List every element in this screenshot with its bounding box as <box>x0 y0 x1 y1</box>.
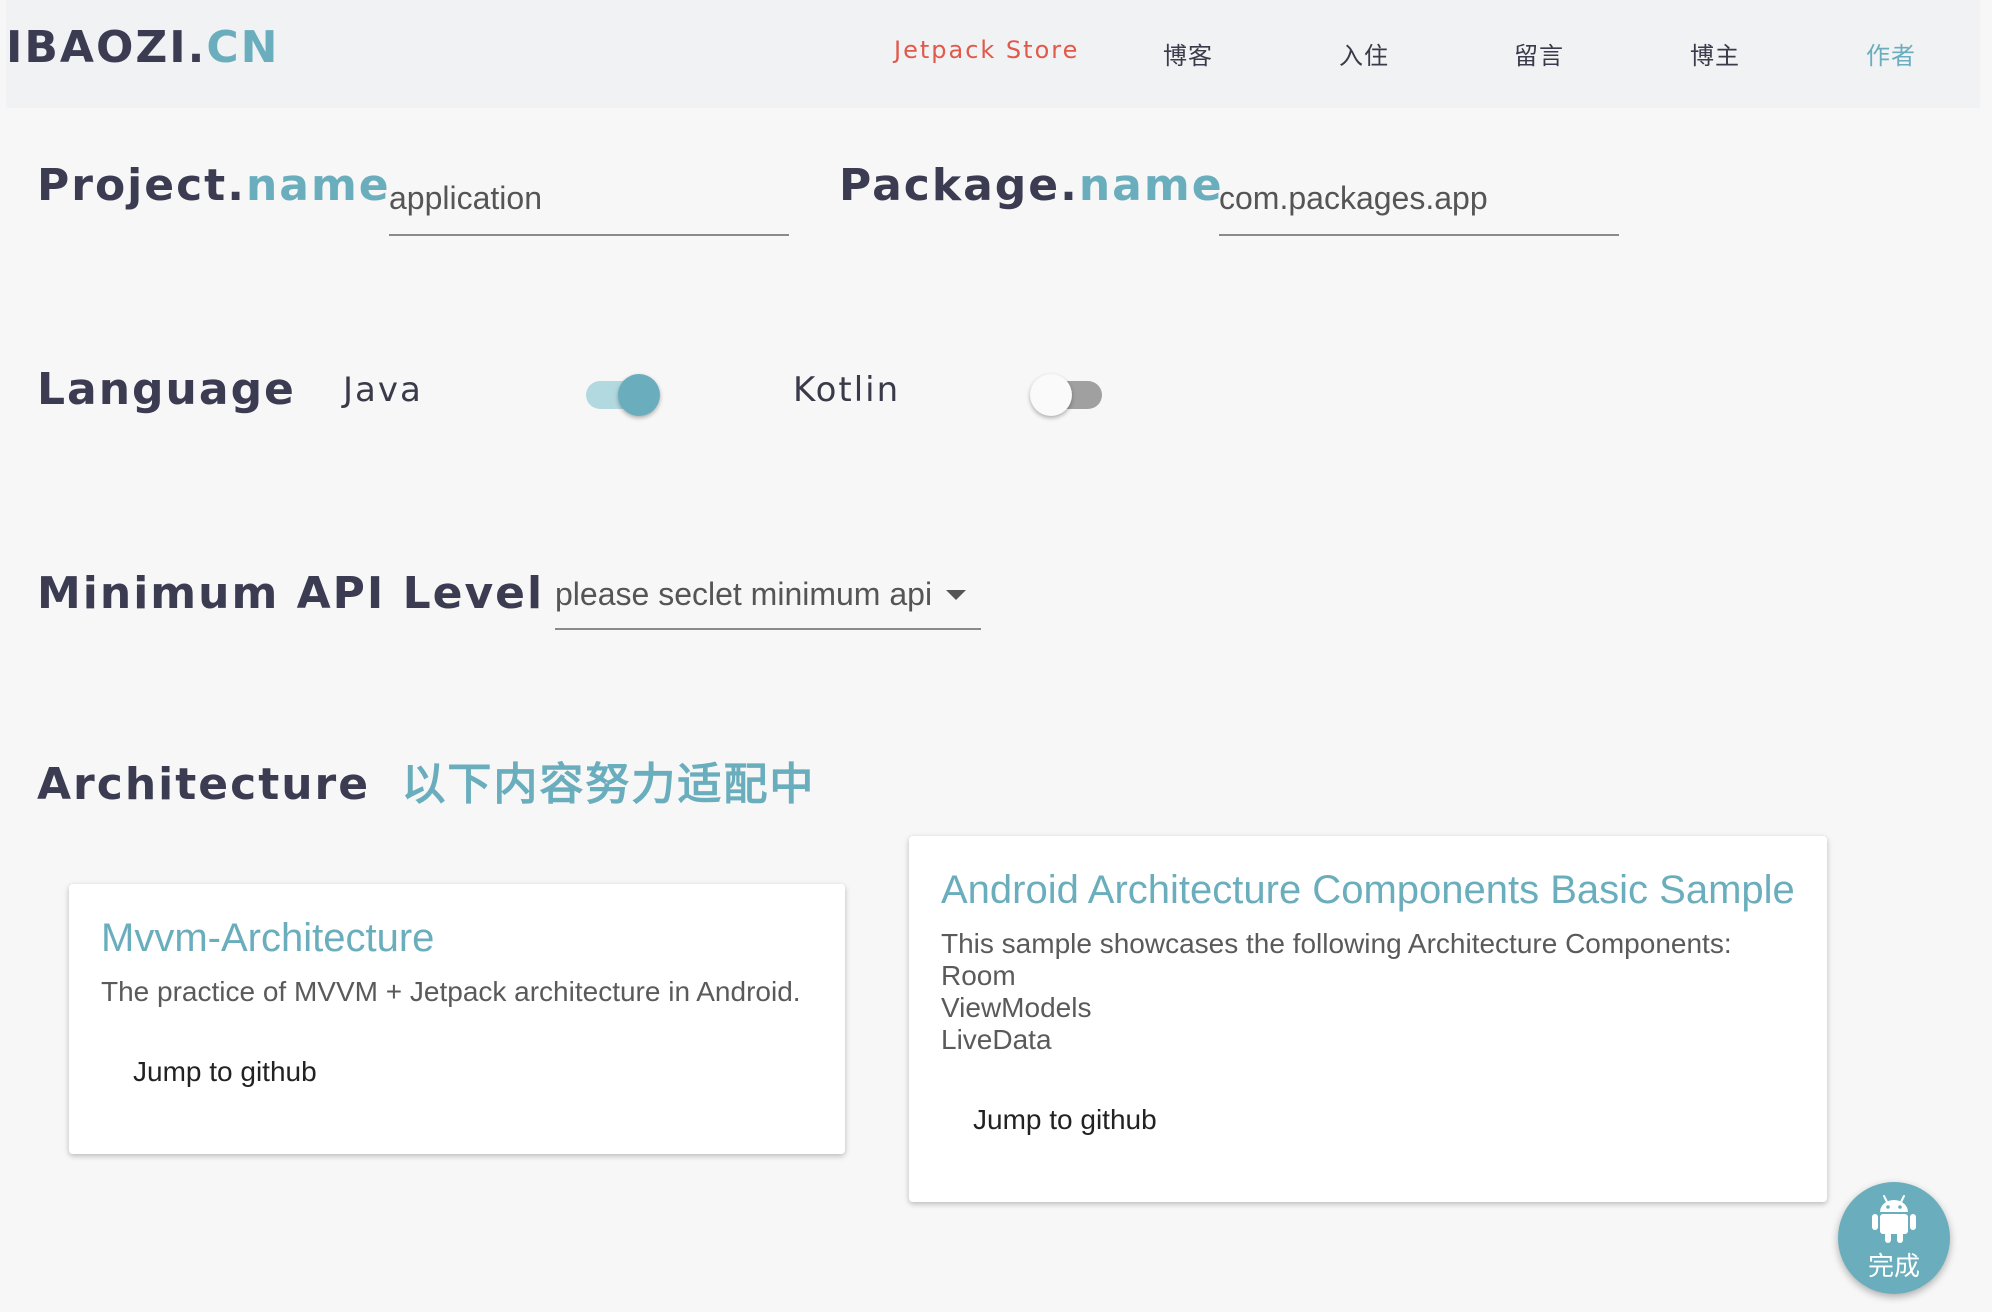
nav-blog[interactable]: 博客 <box>1163 36 1213 71</box>
package-name-field[interactable] <box>1219 162 1619 236</box>
nav-messages[interactable]: 留言 <box>1514 36 1564 71</box>
nav-join[interactable]: 入住 <box>1339 36 1389 71</box>
card-description-line: ViewModels <box>941 992 1092 1023</box>
language-option-java: Java <box>343 370 423 410</box>
chevron-down-icon <box>946 590 966 600</box>
project-label-main: Project. <box>37 160 246 211</box>
language-label: Language <box>37 364 296 415</box>
nav-author[interactable]: 作者 <box>1866 36 1916 71</box>
card-title: Mvvm-Architecture <box>101 916 435 960</box>
kotlin-toggle-thumb <box>1030 374 1072 416</box>
package-label-accent: name <box>1078 160 1224 211</box>
fab-label: 完成 <box>1867 1252 1920 1282</box>
card-description: The practice of MVVM + Jetpack architect… <box>101 976 801 1008</box>
brand-domain: CN <box>206 22 280 73</box>
top-navigation-bar: IBAOZI.CN Jetpack Store 博客 入住 留言 博主 作者 <box>6 0 1980 108</box>
package-label-main: Package. <box>839 160 1079 211</box>
architecture-heading: Architecture 以下内容努力适配中 <box>37 748 815 812</box>
language-option-kotlin: Kotlin <box>793 370 901 410</box>
project-name-input[interactable] <box>389 162 789 234</box>
card-description: This sample showcases the following Arch… <box>941 928 1732 1056</box>
card-title: Android Architecture Components Basic Sa… <box>941 868 1795 912</box>
jump-to-github-button[interactable]: Jump to github <box>133 1056 317 1088</box>
architecture-note: 以下内容努力适配中 <box>401 759 816 810</box>
architecture-label: Architecture <box>37 759 371 810</box>
card-description-line: The practice of MVVM + Jetpack architect… <box>101 976 801 1007</box>
java-toggle[interactable] <box>582 368 660 416</box>
project-name-label: Project.name <box>37 160 391 211</box>
card-description-line: Room <box>941 960 1016 991</box>
package-name-label: Package.name <box>839 160 1224 211</box>
architecture-card-mvvm: Mvvm-Architecture The practice of MVVM +… <box>69 884 845 1154</box>
brand-name: IBAOZI. <box>6 22 207 73</box>
card-description-line: This sample showcases the following Arch… <box>941 928 1732 959</box>
card-description-line: LiveData <box>941 1024 1052 1055</box>
java-toggle-thumb <box>618 374 660 416</box>
architecture-card-aac: Android Architecture Components Basic Sa… <box>909 836 1827 1202</box>
min-api-select[interactable]: please seclet minimum api <box>555 568 981 630</box>
min-api-placeholder: please seclet minimum api <box>555 576 933 612</box>
package-name-input[interactable] <box>1219 162 1619 234</box>
kotlin-toggle[interactable] <box>1030 368 1106 416</box>
project-label-accent: name <box>245 160 391 211</box>
nav-blogger[interactable]: 博主 <box>1690 36 1740 71</box>
jump-to-github-button[interactable]: Jump to github <box>973 1104 1157 1136</box>
min-api-label: Minimum API Level <box>37 568 545 619</box>
android-icon <box>1872 1195 1916 1243</box>
nav-jetpack-store[interactable]: Jetpack Store <box>894 36 1079 64</box>
brand-logo[interactable]: IBAOZI.CN <box>6 22 279 73</box>
done-fab-button[interactable]: 完成 <box>1838 1182 1950 1294</box>
project-name-field[interactable] <box>389 162 789 236</box>
